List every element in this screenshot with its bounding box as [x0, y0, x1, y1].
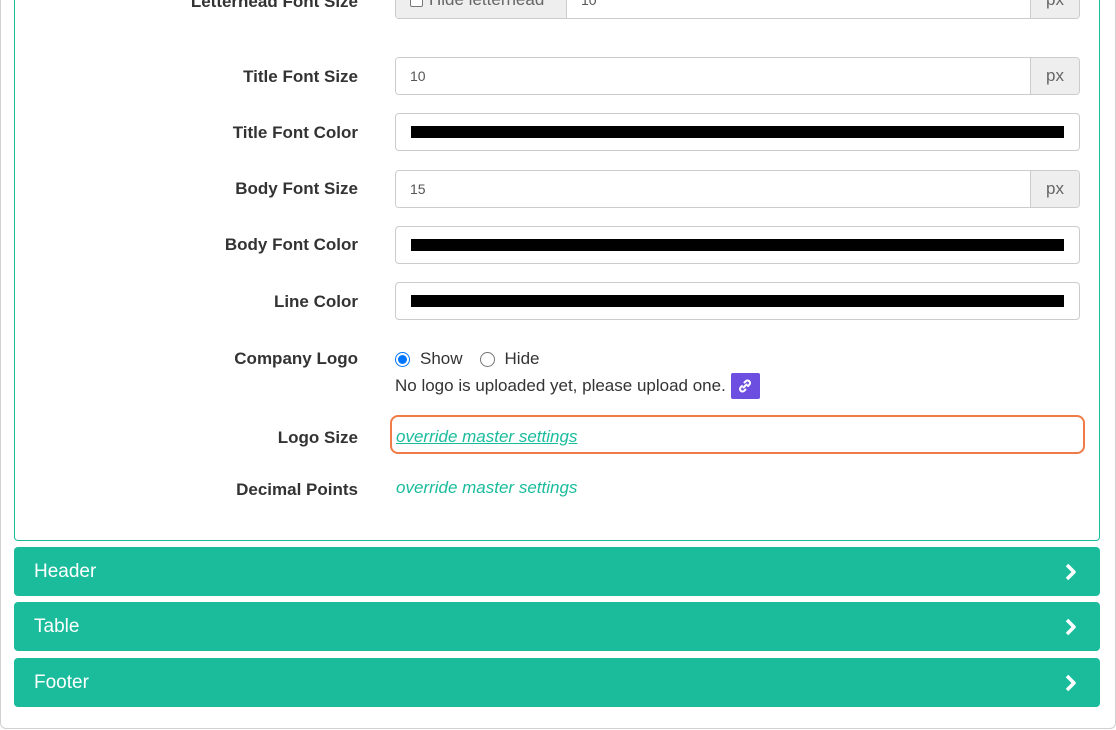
title-font-size-unit: px [1030, 58, 1079, 94]
accordion-table-title: Table [34, 615, 80, 637]
letterhead-font-size-label: Letterhead Font Size [190, 0, 358, 11]
letterhead-font-size-input[interactable]: 10 [567, 0, 1030, 18]
body-font-size-group: px [395, 170, 1080, 208]
logo-hide-radio[interactable] [479, 351, 495, 367]
accordion-footer-title: Footer [34, 671, 89, 693]
letterhead-font-size-group: Hide letterhead 10 px [395, 0, 1080, 19]
accordion-header-section[interactable]: Header [14, 547, 1100, 596]
logo-show-label: Show [420, 349, 463, 368]
letterhead-unit-addon: px [1030, 0, 1079, 18]
body-font-size-label: Body Font Size [235, 179, 358, 198]
accordion-footer-section[interactable]: Footer [14, 658, 1100, 707]
body-font-color-swatch [411, 239, 1064, 251]
company-logo-label: Company Logo [234, 349, 358, 368]
logo-upload-message: No logo is uploaded yet, please upload o… [395, 373, 760, 399]
logo-upload-text: No logo is uploaded yet, please upload o… [395, 376, 726, 395]
logo-hide-label: Hide [504, 349, 540, 368]
hide-letterhead-toggle[interactable]: Hide letterhead [396, 0, 567, 18]
hide-letterhead-checkbox[interactable] [410, 0, 423, 7]
chevron-right-icon [1062, 674, 1080, 692]
title-font-size-input[interactable] [396, 58, 1030, 94]
decimal-points-override-link[interactable]: override master settings [396, 478, 577, 498]
body-font-color-picker[interactable] [395, 226, 1080, 264]
logo-size-label: Logo Size [277, 428, 358, 447]
title-font-size-group: px [395, 57, 1080, 95]
line-color-picker[interactable] [395, 282, 1080, 320]
logo-size-override-link[interactable]: override master settings [396, 427, 577, 447]
title-font-size-label: Title Font Size [243, 67, 358, 86]
body-font-size-input[interactable] [396, 171, 1030, 207]
chevron-right-icon [1062, 618, 1080, 636]
title-font-color-label: Title Font Color [232, 123, 358, 142]
link-icon [739, 379, 752, 393]
company-logo-radio-group: Show Hide [395, 349, 557, 369]
body-font-color-label: Body Font Color [224, 235, 358, 254]
chevron-right-icon [1062, 563, 1080, 581]
title-font-color-picker[interactable] [395, 113, 1080, 151]
hide-letterhead-label: Hide letterhead [429, 0, 544, 10]
line-color-label: Line Color [273, 292, 358, 311]
upload-logo-link-button[interactable] [730, 373, 760, 399]
logo-show-radio[interactable] [395, 351, 410, 367]
title-font-color-swatch [411, 126, 1064, 138]
decimal-points-label: Decimal Points [236, 480, 358, 499]
accordion-table-section[interactable]: Table [14, 602, 1100, 651]
accordion-header-title: Header [34, 560, 97, 582]
line-color-swatch [411, 295, 1064, 307]
body-font-size-unit: px [1030, 171, 1079, 207]
